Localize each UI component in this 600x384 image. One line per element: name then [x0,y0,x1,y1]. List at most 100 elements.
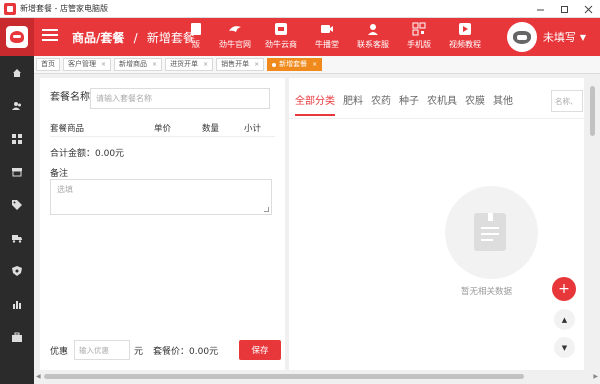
close-button[interactable] [576,0,600,18]
tab-label: 客户管理 [68,60,96,68]
category-tab-seeds[interactable]: 种子 [399,92,419,116]
tab-purchase-order[interactable]: 进货开单 × [165,58,214,71]
chart-icon [13,300,21,309]
maximize-icon [560,5,568,13]
close-icon[interactable]: × [312,58,317,71]
category-tab-film[interactable]: 农膜 [465,92,485,116]
category-tab-fertilizer[interactable]: 肥料 [343,92,363,116]
product-search-input[interactable]: 名称、 [551,90,583,112]
play-icon [458,22,472,36]
maximize-button[interactable] [552,0,576,18]
nav-video-tutorial[interactable]: 视频教程 [442,18,488,56]
chevron-down-icon: ▼ [579,32,586,42]
tab-new-package[interactable]: 新增套餐 × [267,58,323,71]
menu-toggle-button[interactable] [42,29,58,45]
sidebar-item-business[interactable] [0,320,34,353]
sidebar-item-customers[interactable] [0,89,34,122]
scrollbar-thumb[interactable] [590,86,595,136]
sidebar-item-store[interactable] [0,155,34,188]
nav-website[interactable]: 劲牛官网 [212,18,258,56]
title-bar: 新增套餐 - 店管家电脑版 [0,0,600,18]
version-icon [189,22,203,36]
briefcase-icon [12,332,22,342]
column-header-subtotal: 小计 [244,124,262,134]
sidebar-item-products[interactable] [0,122,34,155]
package-name-input[interactable]: 请输入套餐名称 [90,88,270,109]
tag-icon [12,199,22,210]
tab-label: 销售开单 [221,60,250,68]
nav-version[interactable]: 版 [180,18,212,56]
scrollbar-thumb[interactable] [44,374,524,379]
scroll-down-button[interactable]: ▼ [554,337,575,358]
product-picker-panel: 全部分类 肥料 农药 种子 农机具 农膜 其他 名称、 暂无相关数据 + ▲ ▼ [289,78,584,370]
close-icon[interactable]: × [152,58,157,71]
nav-video-class[interactable]: 牛播堂 [304,18,350,56]
category-tab-machinery[interactable]: 农机具 [427,92,457,116]
vertical-scrollbar[interactable] [588,78,597,370]
save-button[interactable]: 保存 [239,340,281,360]
empty-document-icon [474,213,506,251]
caret-up-icon: ▲ [561,315,568,324]
nav-label: 视频教程 [449,40,481,49]
open-tabs-bar: 首页 客户管理 × 新增商品 × 进货开单 × 销售开单 × 新增套餐 × [34,56,600,74]
add-product-button[interactable]: + [552,277,576,301]
minimize-icon [536,9,544,10]
tab-sales-order[interactable]: 销售开单 × [216,58,265,71]
active-dot-icon [272,62,277,67]
empty-state-text: 暂无相关数据 [461,287,513,297]
tab-label: 新增套餐 [279,60,308,68]
close-icon[interactable]: × [203,58,208,71]
close-icon[interactable]: × [254,58,259,71]
tab-customer-management[interactable]: 客户管理 × [63,58,112,71]
resize-handle-icon[interactable] [264,207,269,212]
sidebar-item-tags[interactable] [0,188,34,221]
nav-customer-service[interactable]: 联系客服 [350,18,396,56]
form-footer: 优惠 输入优惠 元 套餐价： 0.00元 保存 [50,340,282,360]
divider [50,136,275,137]
breadcrumb-section[interactable]: 商品/套餐 [72,31,124,45]
qrcode-icon [412,22,426,36]
total-value: 0.00元 [95,149,125,159]
nav-label: 手机版 [407,40,431,49]
sidebar-item-reports[interactable] [0,287,34,320]
tab-label: 首页 [41,60,55,68]
store-icon [12,167,22,176]
discount-input[interactable]: 输入优惠 [74,340,131,360]
category-tab-pesticide[interactable]: 农药 [371,92,391,116]
package-name-label: 套餐名称 [50,92,90,103]
plus-icon: + [558,281,570,297]
top-header: 商品/套餐 / 新增套餐 版 劲牛官网 劲牛云商 牛播堂 联系客服 手机版 视频… [0,18,600,56]
horizontal-scrollbar[interactable]: ◀ ▶ [34,372,600,381]
scroll-up-button[interactable]: ▲ [554,309,575,330]
category-tabs: 全部分类 肥料 农药 种子 农机具 农膜 其他 [295,92,521,116]
category-tab-all[interactable]: 全部分类 [295,92,335,116]
tab-label: 新增商品 [119,60,148,68]
nav-cloud-store[interactable]: 劲牛云商 [258,18,304,56]
close-icon [584,5,592,13]
nav-label: 牛播堂 [315,40,339,49]
column-header-qty: 数量 [202,124,220,134]
brand-logo [0,18,34,56]
app-icon [4,2,16,15]
package-form-panel: 套餐名称 请输入套餐名称 套餐商品 单价 数量 小计 合计金额：0.00元 备注… [40,78,285,370]
breadcrumb-separator: / [133,31,138,45]
avatar[interactable] [506,22,537,52]
grid-icon [12,133,22,144]
nav-mobile[interactable]: 手机版 [396,18,442,56]
discount-unit: 元 [134,346,144,357]
note-textarea[interactable]: 选填 [50,179,272,215]
tab-new-product[interactable]: 新增商品 × [114,58,163,71]
sidebar-item-security[interactable] [0,254,34,287]
scroll-right-icon[interactable]: ▶ [593,372,598,381]
total-label: 合计金额： [50,149,96,159]
close-icon[interactable]: × [101,58,106,71]
caret-down-icon: ▼ [561,343,568,352]
header-nav: 版 劲牛官网 劲牛云商 牛播堂 联系客服 手机版 视频教程 [180,18,488,56]
minimize-button[interactable] [528,0,552,18]
user-menu[interactable]: 未填写 ▼ [506,22,586,52]
category-tab-other[interactable]: 其他 [493,92,513,116]
sidebar-item-home[interactable] [0,56,34,89]
sidebar-item-logistics[interactable] [0,221,34,254]
tab-home[interactable]: 首页 [36,58,60,71]
scroll-left-icon[interactable]: ◀ [36,372,41,381]
